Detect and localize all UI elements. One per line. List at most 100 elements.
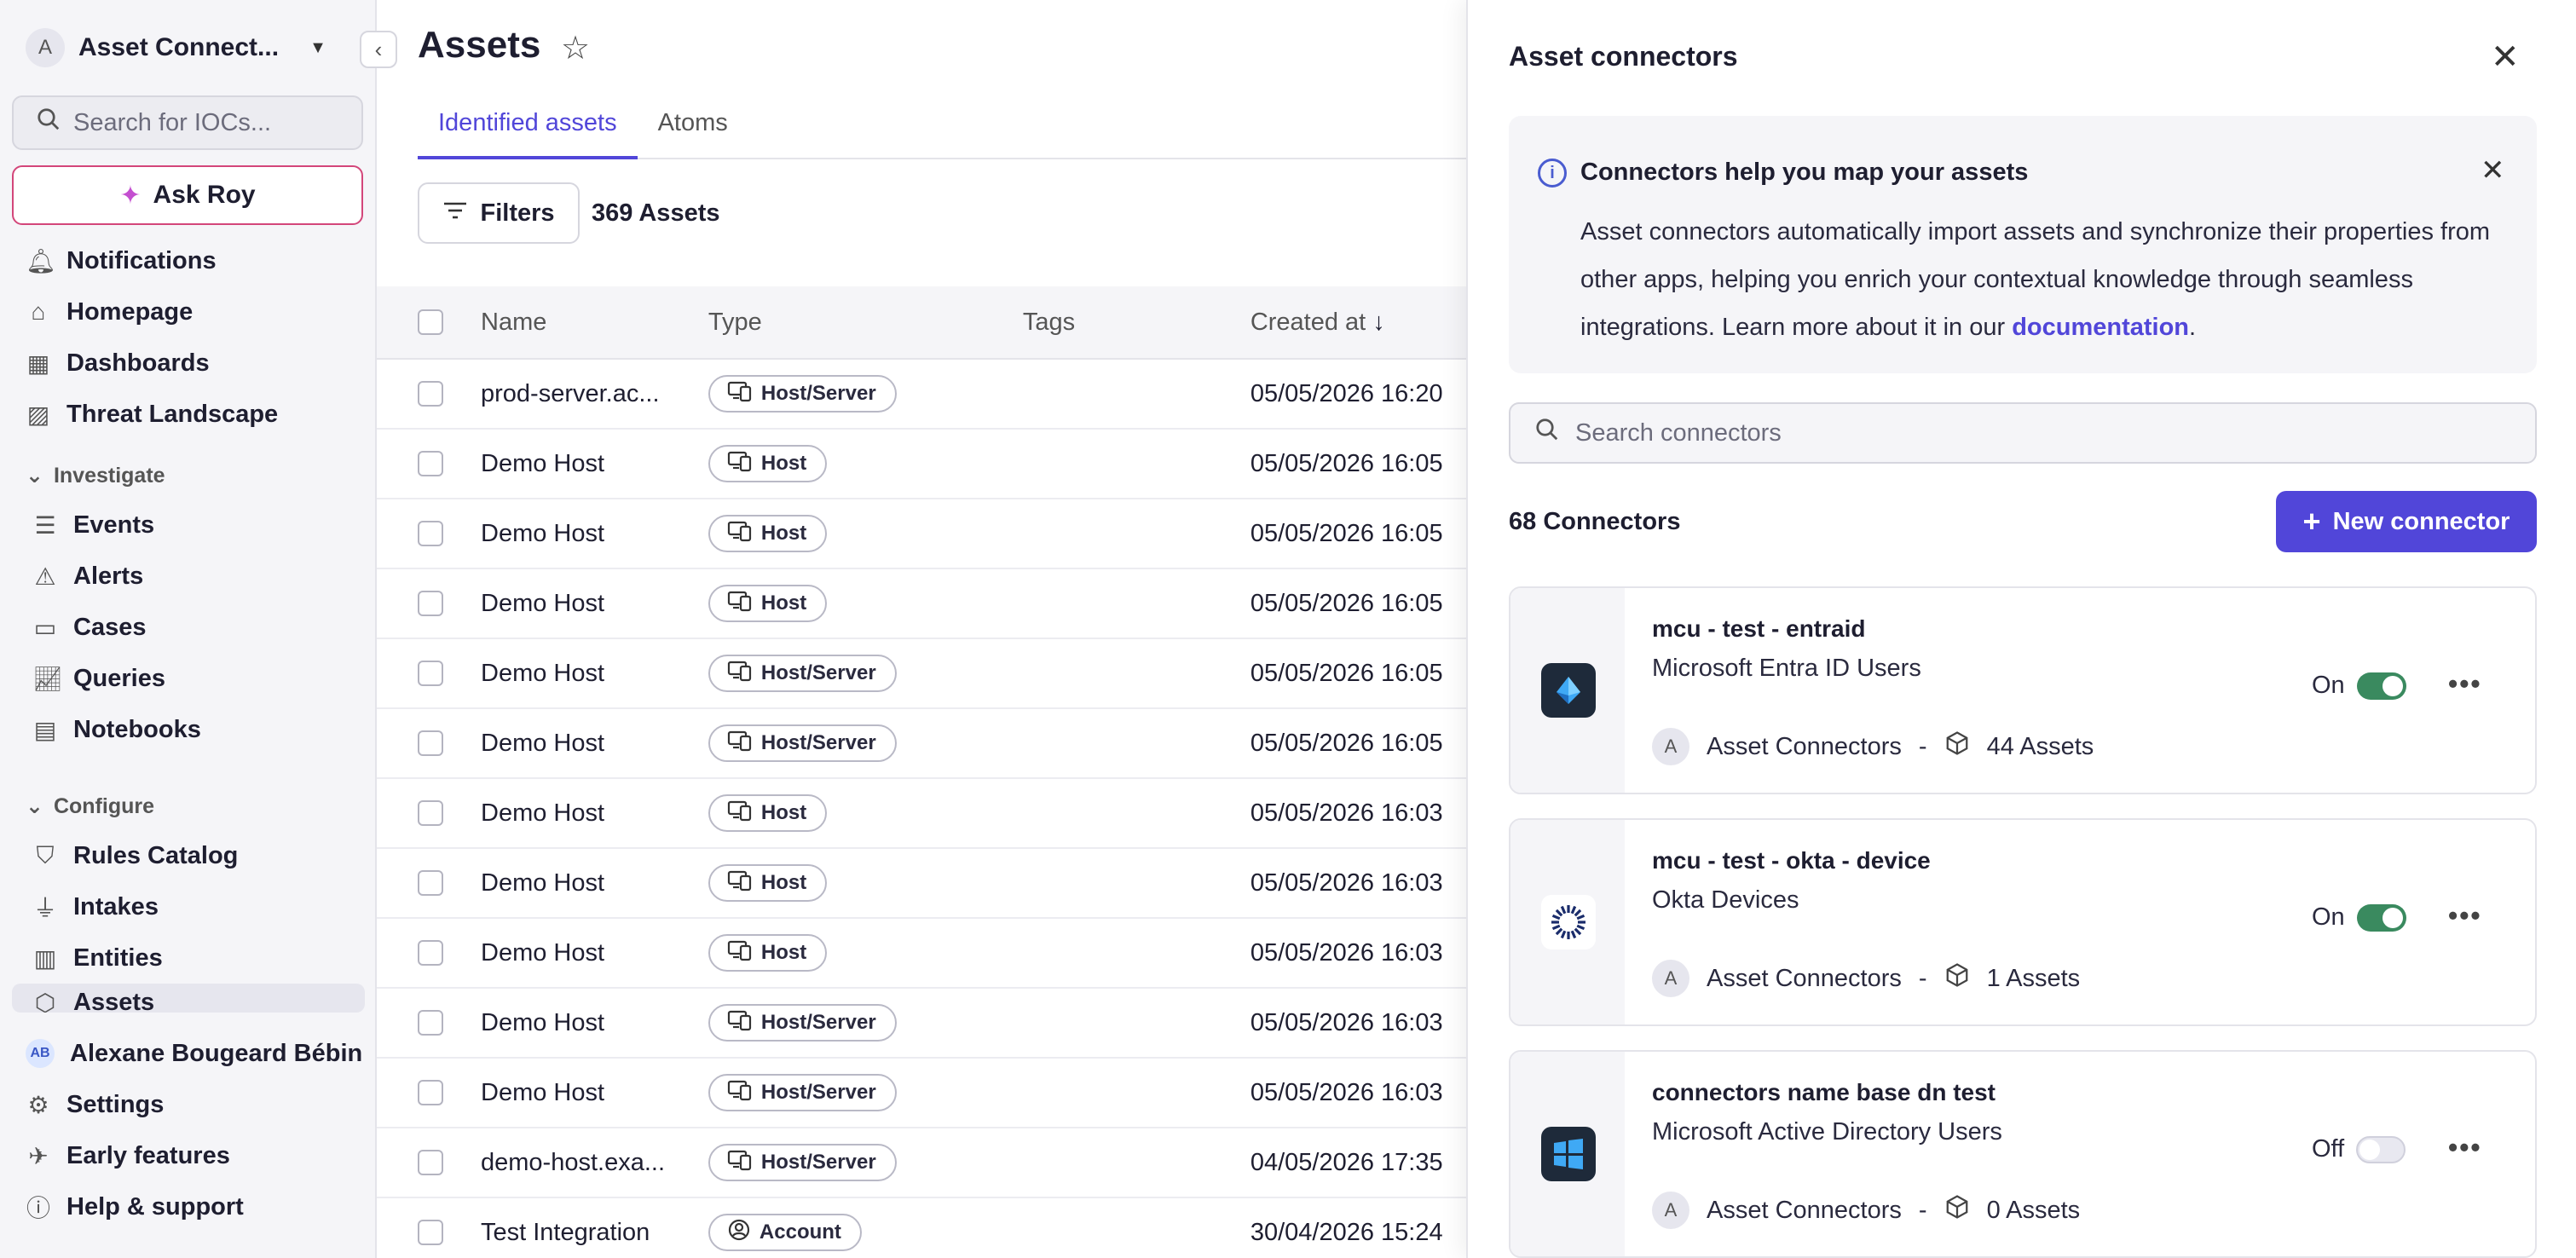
more-options-icon[interactable]: ••• (2448, 1132, 2482, 1163)
collapse-sidebar-button[interactable]: ‹ (360, 31, 397, 68)
nav-top: 🔔︎ Notifications ⌂ Homepage ▦ Dashboards ▨ T… (0, 235, 377, 440)
connector-card[interactable]: connectors name base dn test Microsoft Ac… (1509, 1050, 2537, 1258)
nav-assets[interactable]: ⬡ Assets (12, 984, 365, 1013)
asset-name[interactable]: Test Integration (481, 1219, 708, 1247)
table-row[interactable]: Demo Host Host/Server 05/05/2026 16:05 (377, 639, 1468, 709)
documentation-link[interactable]: documentation (2012, 314, 2189, 341)
table-row[interactable]: demo-host.exa... Host/Server 04/05/2026 17… (377, 1128, 1468, 1198)
column-type[interactable]: Type (708, 309, 1023, 337)
section-investigate[interactable]: ⌄ Investigate (0, 452, 377, 499)
type-label: Host (760, 452, 807, 475)
type-label: Host/Server (760, 382, 876, 405)
asset-name[interactable]: Demo Host (481, 1009, 708, 1037)
tab-atoms[interactable]: Atoms (638, 104, 748, 158)
row-checkbox[interactable] (418, 730, 443, 756)
row-checkbox[interactable] (418, 1010, 443, 1036)
table-row[interactable]: Demo Host Host 05/05/2026 16:05 (377, 430, 1468, 499)
nav-early-features[interactable]: ✈︎ Early features (0, 1130, 377, 1181)
nav-events[interactable]: ☰ Events (0, 499, 377, 551)
workspace-switcher[interactable]: A Asset Connect... ▼ (26, 26, 349, 70)
asset-name[interactable]: Demo Host (481, 1079, 708, 1107)
nav-homepage[interactable]: ⌂ Homepage (0, 286, 377, 338)
row-checkbox[interactable] (418, 1150, 443, 1175)
nav-cases[interactable]: ▭ Cases (0, 602, 377, 653)
nav-user-profile[interactable]: AB Alexane Bougeard Bébin (0, 1028, 377, 1079)
row-checkbox[interactable] (418, 591, 443, 616)
nav-queries[interactable]: 📈︎ Queries (0, 653, 377, 704)
asset-name[interactable]: Demo Host (481, 520, 708, 548)
row-checkbox[interactable] (418, 1220, 443, 1245)
bell-icon: 🔔︎ (26, 247, 56, 274)
table-row[interactable]: Demo Host Host/Server 05/05/2026 16:03 (377, 989, 1468, 1059)
row-checkbox[interactable] (418, 521, 443, 546)
connector-name[interactable]: mcu - test - okta - device (1652, 847, 1931, 874)
filters-button[interactable]: Filters (418, 182, 580, 244)
nav-help-support[interactable]: ⓘ Help & support (0, 1181, 377, 1232)
column-created-at[interactable]: Created at ↓ (1250, 309, 1468, 337)
tab-identified-assets[interactable]: Identified assets (418, 104, 638, 159)
more-options-icon[interactable]: ••• (2448, 668, 2482, 700)
section-configure[interactable]: ⌄ Configure (0, 782, 377, 830)
close-icon[interactable]: ✕ (2491, 38, 2520, 77)
table-row[interactable]: prod-server.ac... Host/Server 05/05/2026 1… (377, 360, 1468, 430)
row-checkbox[interactable] (418, 381, 443, 407)
asset-name[interactable]: prod-server.ac... (481, 380, 708, 408)
nav-notebooks[interactable]: ▤ Notebooks (0, 704, 377, 755)
asset-name[interactable]: Demo Host (481, 869, 708, 897)
row-checkbox[interactable] (418, 870, 443, 896)
chevron-down-icon: ⌄ (26, 794, 43, 818)
connector-name[interactable]: connectors name base dn test (1652, 1079, 1996, 1106)
ioc-search-input[interactable]: Search for IOCs... (12, 95, 363, 150)
row-checkbox[interactable] (418, 940, 443, 966)
nav-settings[interactable]: ⚙︎ Settings (0, 1079, 377, 1130)
nav-dashboards[interactable]: ▦ Dashboards (0, 338, 377, 389)
row-checkbox[interactable] (418, 661, 443, 686)
nav-threat-landscape[interactable]: ▨ Threat Landscape (0, 389, 377, 440)
dismiss-info-icon[interactable]: ✕ (2481, 153, 2505, 188)
asset-name[interactable]: Demo Host (481, 590, 708, 618)
new-connector-button[interactable]: + New connector (2276, 491, 2537, 552)
connector-meta: A Asset Connectors - 44 Assets (1652, 728, 2094, 765)
nav-label: Homepage (66, 297, 193, 326)
table-row[interactable]: Demo Host Host/Server 05/05/2026 16:03 (377, 1059, 1468, 1128)
table-row[interactable]: Demo Host Host 05/05/2026 16:03 (377, 779, 1468, 849)
more-options-icon[interactable]: ••• (2448, 900, 2482, 932)
nav-notifications[interactable]: 🔔︎ Notifications (0, 235, 377, 286)
row-checkbox[interactable] (418, 800, 443, 826)
connector-search-input[interactable]: Search connectors (1509, 402, 2537, 464)
nav-entities[interactable]: ▥ Entities (0, 932, 377, 984)
nav-label: Notebooks (73, 715, 201, 743)
asset-name[interactable]: Demo Host (481, 939, 708, 967)
ask-roy-button[interactable]: ✦ Ask Roy (12, 165, 363, 225)
table-row[interactable]: Demo Host Host 05/05/2026 16:05 (377, 569, 1468, 639)
cube-icon (1944, 730, 1970, 763)
table-row[interactable]: Demo Host Host 05/05/2026 16:03 (377, 919, 1468, 989)
star-icon[interactable]: ☆ (561, 29, 590, 67)
table-row[interactable]: Demo Host Host 05/05/2026 16:03 (377, 849, 1468, 919)
connector-card[interactable]: mcu - test - entraid Microsoft Entra ID U… (1509, 586, 2537, 794)
table-row[interactable]: Demo Host Host/Server 05/05/2026 16:05 (377, 709, 1468, 779)
connector-toggle[interactable] (2356, 672, 2406, 700)
nav-label: Cases (73, 613, 147, 641)
asset-name[interactable]: Demo Host (481, 799, 708, 828)
nav-intakes[interactable]: ⏚ Intakes (0, 881, 377, 932)
connector-toggle[interactable] (2356, 903, 2406, 932)
asset-name[interactable]: Demo Host (481, 660, 708, 688)
asset-name[interactable]: Demo Host (481, 730, 708, 758)
table-row[interactable]: Demo Host Host 05/05/2026 16:05 (377, 499, 1468, 569)
row-checkbox[interactable] (418, 451, 443, 476)
column-tags[interactable]: Tags (1023, 309, 1250, 337)
connector-card[interactable]: mcu - test - okta - device Okta Devices A A… (1509, 818, 2537, 1026)
nav-alerts[interactable]: ⚠︎ Alerts (0, 551, 377, 602)
row-checkbox[interactable] (418, 1080, 443, 1105)
asset-name[interactable]: demo-host.exa... (481, 1149, 708, 1177)
asset-name[interactable]: Demo Host (481, 450, 708, 478)
nav-rules-catalog[interactable]: ⛉ Rules Catalog (0, 830, 377, 881)
table-row[interactable]: Test Integration Account 30/04/2026 15:24 (377, 1198, 1468, 1258)
select-all-checkbox[interactable] (418, 309, 443, 335)
connector-toggle[interactable] (2356, 1135, 2406, 1163)
connector-name[interactable]: mcu - test - entraid (1652, 615, 1865, 643)
connector-type: Microsoft Entra ID Users (1652, 655, 1921, 682)
search-icon (36, 107, 61, 139)
column-name[interactable]: Name (481, 309, 708, 337)
